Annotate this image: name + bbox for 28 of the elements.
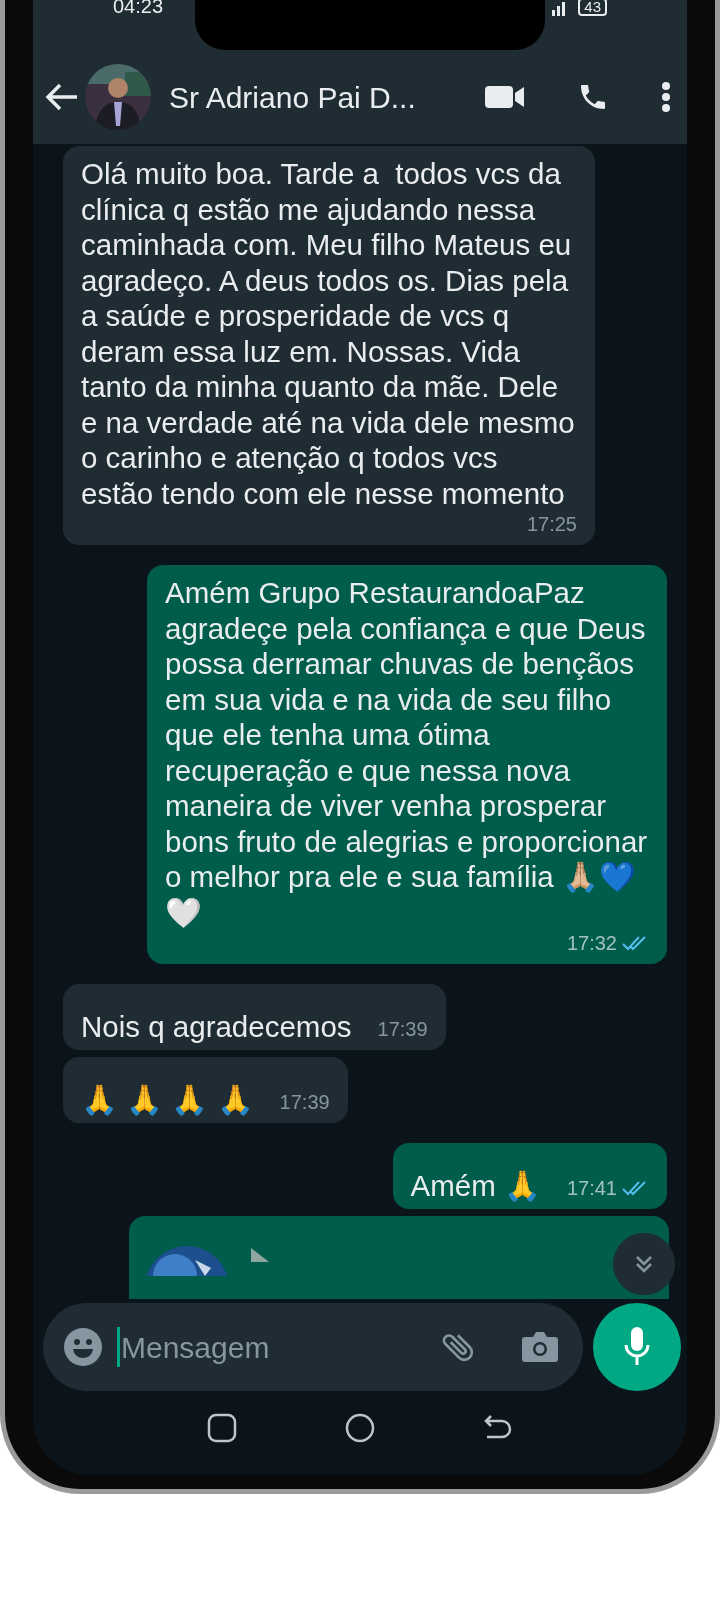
play-icon[interactable]	[249, 1246, 271, 1262]
message-bubble[interactable]: Amém 🙏 17:41	[392, 1143, 667, 1209]
emoji-icon[interactable]	[63, 1327, 103, 1367]
input-placeholder: Mensagem	[121, 1329, 270, 1366]
message-bubble[interactable]: 🙏 🙏 🙏 🙏 17:39	[63, 1057, 348, 1123]
message-text: Amém Grupo RestaurandoaPaz agradeçe pela confiança e que Deus possa derramar chuvas de bençãos em sua vida e na vida de seu filho que ele tenha uma ótima recuperação e que nessa nova maneira de viver venha prosperar bons fruto de alegrias e proporcionar o melhor pra ele e sua família 🙏🏼💙 🤍	[165, 575, 649, 930]
message-time: 17:39	[377, 1017, 428, 1042]
recent-apps-icon[interactable]	[207, 1413, 237, 1443]
message-bubble[interactable]	[147, 565, 667, 964]
message-time: 17:25	[526, 512, 577, 537]
camera-icon[interactable]	[521, 1330, 559, 1364]
message-text: Nois q agradecemos	[81, 1008, 352, 1044]
message-input[interactable]: Mensagem	[43, 1303, 583, 1391]
contact-name[interactable]: Sr Adriano Pai D...	[169, 74, 416, 120]
message-time: 17:32	[566, 931, 617, 956]
message-bubble[interactable]: Nois q agradecemos 17:39	[63, 984, 446, 1050]
video-call-icon[interactable]	[485, 84, 525, 110]
message-bubble[interactable]	[63, 146, 595, 545]
microphone-icon	[623, 1327, 651, 1367]
more-options-icon[interactable]	[661, 81, 671, 113]
message-text: Olá muito boa. Tarde a todos vcs da clínica q estão me ajudando nessa caminhada com. Meu filho Mateus eu agradeço. A deus todos os. Dias pela a saúde e prosperidade de vcs q deram essa luz em. Nossas. Vida tanto da minha quanto da mãe. Dele e na verdade até na vida dele mesmo o carinho e atenção q todos vcs estão tendo com ele nesse momento	[81, 156, 576, 511]
message-time: 17:41	[566, 1176, 617, 1201]
message-text: 🙏 🙏 🙏 🙏	[81, 1081, 254, 1117]
message-time: 17:39	[279, 1090, 330, 1115]
home-icon[interactable]	[345, 1413, 375, 1443]
back-arrow-icon[interactable]	[45, 82, 79, 112]
message-text: Amém 🙏	[410, 1167, 541, 1203]
battery-level: 43	[584, 0, 601, 14]
